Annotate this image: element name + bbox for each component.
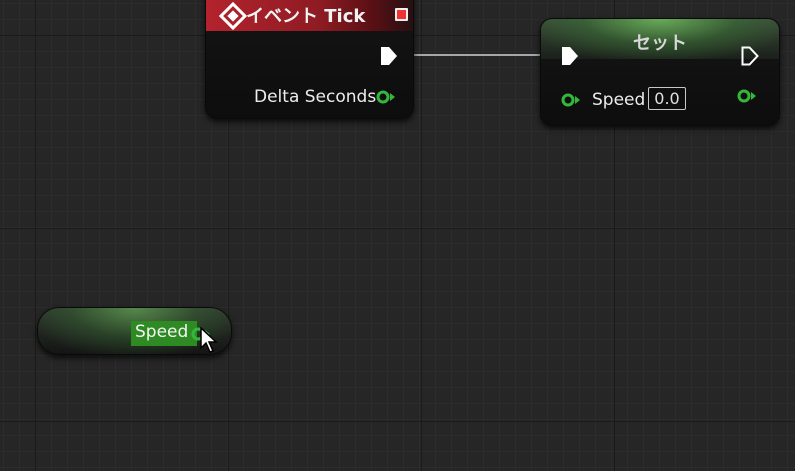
delta-seconds-label: Delta Seconds — [254, 87, 377, 107]
speed-output-pin[interactable] — [737, 89, 759, 103]
speed-input-pin[interactable] — [561, 93, 583, 107]
event-diamond-icon — [218, 1, 248, 31]
event-tick-title: イベント Tick — [246, 6, 366, 27]
event-tick-node[interactable]: イベント Tick Delta Seconds — [205, 0, 414, 119]
set-speed-node[interactable]: セット Speed 0.0 — [540, 18, 780, 126]
get-speed-label: Speed — [135, 322, 189, 342]
event-tick-header[interactable]: イベント Tick — [206, 0, 413, 31]
delta-seconds-pin[interactable] — [376, 90, 398, 104]
speed-input-label: Speed — [592, 90, 646, 110]
exec-out-pin[interactable] — [380, 46, 398, 66]
delegate-pin-icon[interactable] — [395, 8, 408, 21]
exec-in-pin[interactable] — [561, 46, 579, 66]
speed-default-value-field[interactable]: 0.0 — [648, 87, 686, 110]
mouse-cursor-icon — [200, 327, 218, 353]
exec-out-pin[interactable] — [741, 46, 759, 66]
